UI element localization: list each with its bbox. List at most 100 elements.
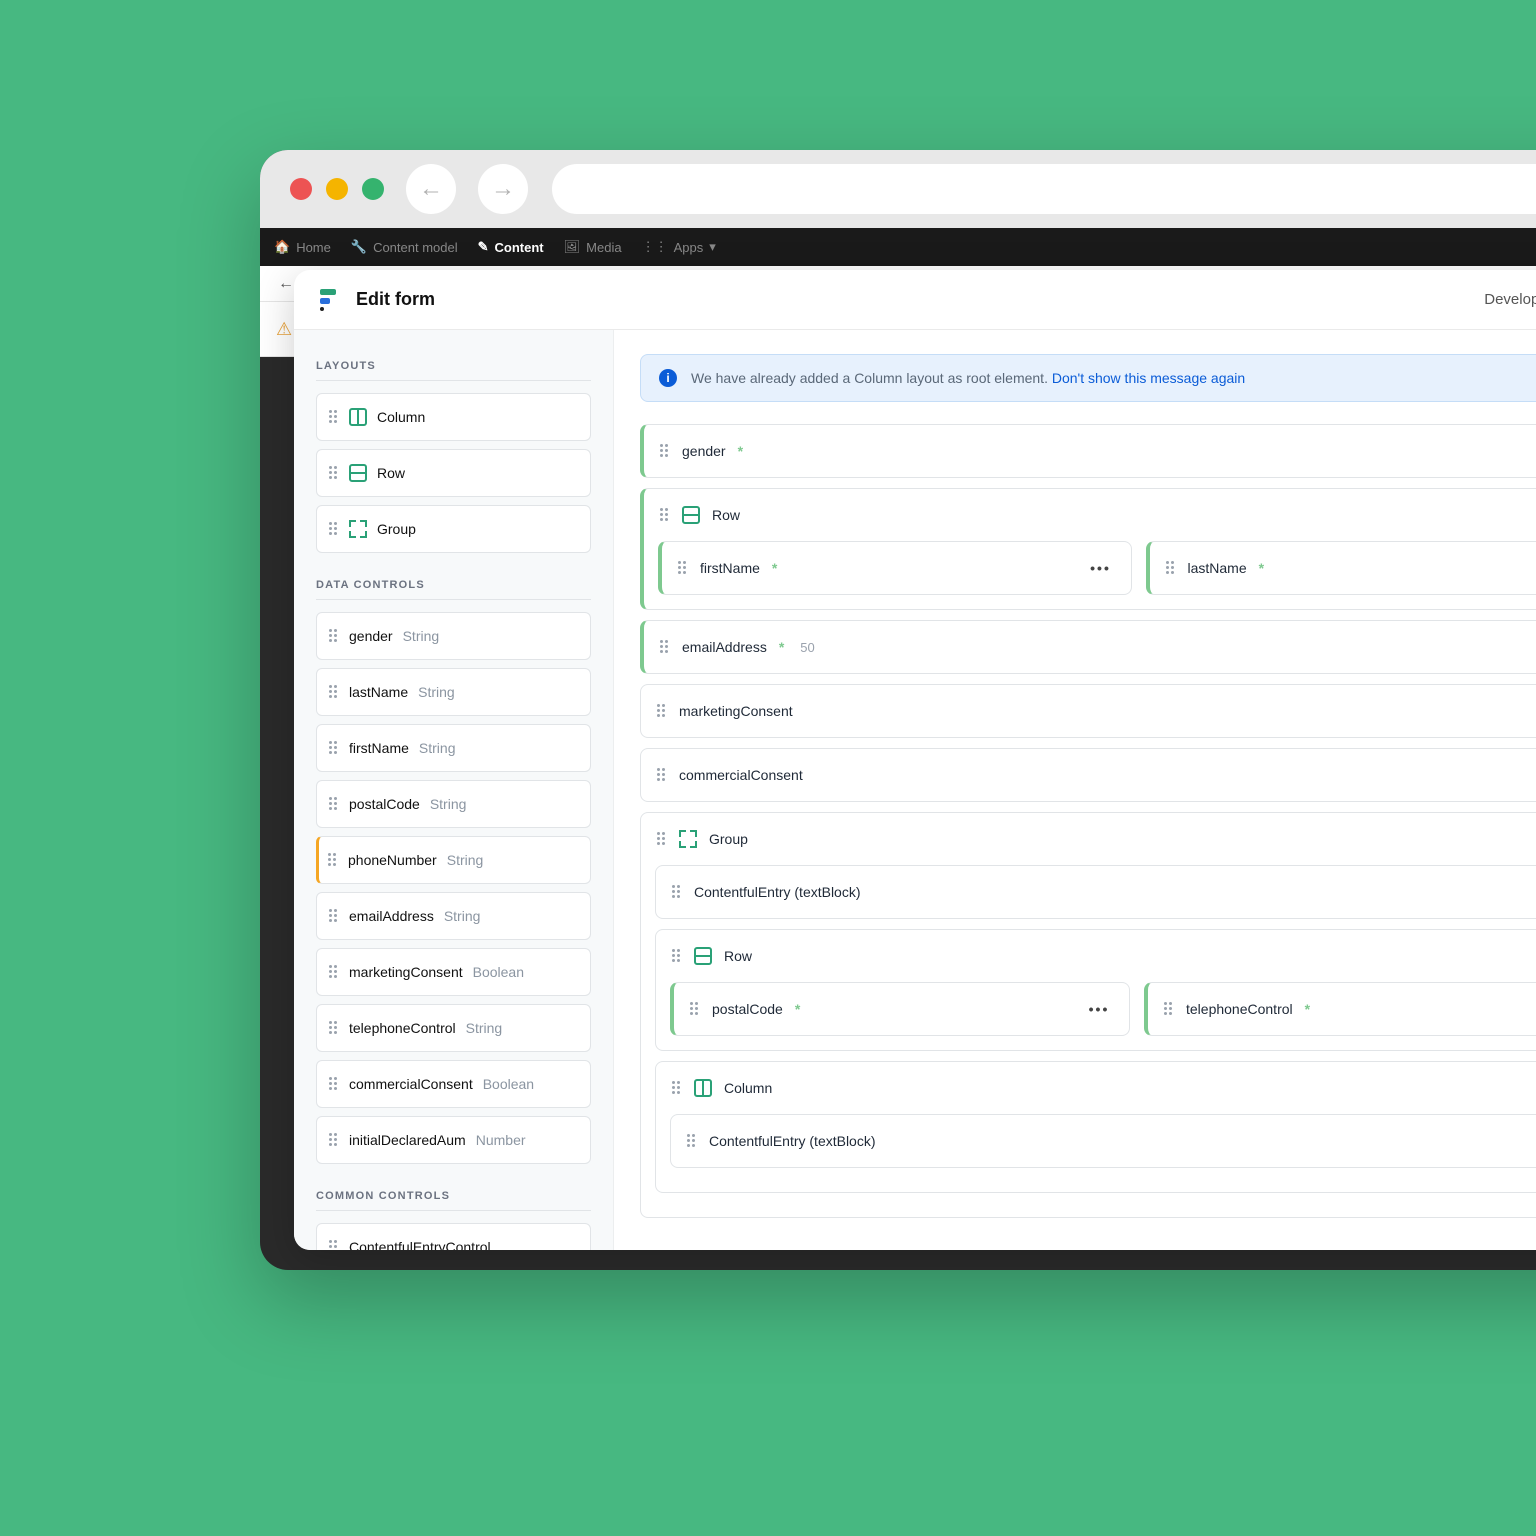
more-icon[interactable]: ••• (1085, 997, 1113, 1021)
drag-handle-icon[interactable] (329, 797, 339, 811)
row-icon (349, 464, 367, 482)
block-meta: 50 (800, 640, 814, 655)
topnav-home[interactable]: 🏠Home (274, 239, 331, 255)
drag-handle-icon[interactable] (329, 1240, 339, 1250)
datacontrol-marketingconsent[interactable]: marketingConsent Boolean (316, 948, 591, 996)
drag-handle-icon[interactable] (690, 1002, 700, 1016)
info-dismiss-link[interactable]: Don't show this message again (1052, 370, 1245, 386)
drag-handle-icon[interactable] (329, 1077, 339, 1091)
nav-back-button[interactable]: ← (406, 164, 456, 214)
form-block-lastname[interactable]: lastName * ••• (1146, 541, 1536, 595)
datacontrol-phonenumber[interactable]: phoneNumber String (316, 836, 591, 884)
block-label: ContentfulEntry (textBlock) (709, 1133, 876, 1149)
datacontrol-initialdeclaredaum[interactable]: initialDeclaredAum Number (316, 1116, 591, 1164)
datacontrol-firstname[interactable]: firstName String (316, 724, 591, 772)
form-block-marketingconsent[interactable]: marketingConsent ••• (640, 684, 1536, 738)
column-icon (694, 1079, 712, 1097)
drag-handle-icon[interactable] (329, 909, 339, 923)
form-block-group[interactable]: Group ••• ContentfulEntry (textBlock) ••… (640, 812, 1536, 1218)
layout-row[interactable]: Row (316, 449, 591, 497)
drag-handle-icon[interactable] (657, 768, 667, 782)
form-block-column[interactable]: Column ••• ContentfulEntry (textBlock) •… (655, 1061, 1536, 1193)
drag-handle-icon[interactable] (672, 1081, 682, 1095)
url-bar[interactable] (552, 164, 1536, 214)
datacontrol-lastname[interactable]: lastName String (316, 668, 591, 716)
control-name: postalCode (349, 796, 420, 812)
form-block-telephonecontrol[interactable]: telephoneControl * ••• (1144, 982, 1536, 1036)
layout-group[interactable]: Group (316, 505, 591, 553)
drag-handle-icon[interactable] (660, 640, 670, 654)
row-icon (682, 506, 700, 524)
control-name: marketingConsent (349, 964, 463, 980)
drag-handle-icon[interactable] (329, 741, 339, 755)
layout-label: Group (377, 521, 416, 537)
required-icon: * (795, 1001, 800, 1017)
control-type: String (466, 1020, 503, 1036)
form-block-contentfulentry-2[interactable]: ContentfulEntry (textBlock) ••• (670, 1114, 1536, 1168)
drag-handle-icon[interactable] (1164, 1002, 1174, 1016)
topnav-content-model[interactable]: 🔧Content model (351, 239, 458, 255)
drag-handle-icon[interactable] (329, 1133, 339, 1147)
datacontrol-emailaddress[interactable]: emailAddress String (316, 892, 591, 940)
drag-handle-icon[interactable] (678, 561, 688, 575)
drag-handle-icon[interactable] (329, 522, 339, 536)
form-block-firstname[interactable]: firstName * ••• (658, 541, 1132, 595)
nav-forward-button[interactable]: → (478, 164, 528, 214)
drag-handle-icon[interactable] (329, 410, 339, 424)
back-arrow-icon[interactable]: ← (278, 275, 294, 293)
drag-handle-icon[interactable] (329, 466, 339, 480)
topnav-media[interactable]: 🖼Media (564, 239, 622, 255)
control-name: phoneNumber (348, 852, 437, 868)
column-icon (349, 408, 367, 426)
control-type: String (430, 796, 467, 812)
app-topnav: 🏠Home 🔧Content model ✎Content 🖼Media ⋮⋮A… (260, 228, 1536, 266)
layout-label: Row (377, 465, 405, 481)
form-block-row-2[interactable]: Row ••• postalCode * (655, 929, 1536, 1051)
control-name: telephoneControl (349, 1020, 456, 1036)
required-icon: * (772, 560, 777, 576)
drag-handle-icon[interactable] (1166, 561, 1176, 575)
block-label: emailAddress (682, 639, 767, 655)
window-maximize-icon[interactable] (362, 178, 384, 200)
datacontrol-telephonecontrol[interactable]: telephoneControl String (316, 1004, 591, 1052)
layout-column[interactable]: Column (316, 393, 591, 441)
form-block-gender[interactable]: gender * ••• (640, 424, 1536, 478)
control-type: String (447, 852, 484, 868)
form-block-emailaddress[interactable]: emailAddress * 50 ••• (640, 620, 1536, 674)
datacontrol-commercialconsent[interactable]: commercialConsent Boolean (316, 1060, 591, 1108)
browser-window: ← → 🏠Home 🔧Content model ✎Content 🖼Media… (260, 150, 1536, 1270)
control-name: firstName (349, 740, 409, 756)
topnav-apps[interactable]: ⋮⋮Apps▾ (642, 239, 716, 255)
block-label: marketingConsent (679, 703, 793, 719)
more-icon[interactable]: ••• (1087, 556, 1115, 580)
form-block-contentfulentry[interactable]: ContentfulEntry (textBlock) ••• (655, 865, 1536, 919)
drag-handle-icon[interactable] (329, 629, 339, 643)
tab-developer[interactable]: Developer (1484, 291, 1536, 308)
commoncontrol-contentfulentrycontrol[interactable]: ContentfulEntryControl (316, 1223, 591, 1250)
form-block-commercialconsent[interactable]: commercialConsent ••• (640, 748, 1536, 802)
datacontrol-postalcode[interactable]: postalCode String (316, 780, 591, 828)
required-icon: * (1305, 1001, 1310, 1017)
form-block-postalcode[interactable]: postalCode * ••• (670, 982, 1130, 1036)
drag-handle-icon[interactable] (672, 885, 682, 899)
drag-handle-icon[interactable] (657, 832, 667, 846)
datacontrol-gender[interactable]: gender String (316, 612, 591, 660)
drag-handle-icon[interactable] (660, 444, 670, 458)
content-shell: Edit form Developer General LAYOUTS Colu… (294, 270, 1536, 1250)
topnav-content[interactable]: ✎Content (478, 239, 544, 255)
control-name: ContentfulEntryControl (349, 1239, 491, 1250)
block-label: Column (724, 1080, 772, 1096)
window-minimize-icon[interactable] (326, 178, 348, 200)
drag-handle-icon[interactable] (657, 704, 667, 718)
form-block-row[interactable]: Row ••• firstName * ••• (640, 488, 1536, 610)
drag-handle-icon[interactable] (687, 1134, 697, 1148)
window-close-icon[interactable] (290, 178, 312, 200)
drag-handle-icon[interactable] (660, 508, 670, 522)
control-type: Number (476, 1132, 526, 1148)
drag-handle-icon[interactable] (329, 685, 339, 699)
control-name: gender (349, 628, 393, 644)
drag-handle-icon[interactable] (328, 853, 338, 867)
drag-handle-icon[interactable] (329, 965, 339, 979)
drag-handle-icon[interactable] (329, 1021, 339, 1035)
drag-handle-icon[interactable] (672, 949, 682, 963)
